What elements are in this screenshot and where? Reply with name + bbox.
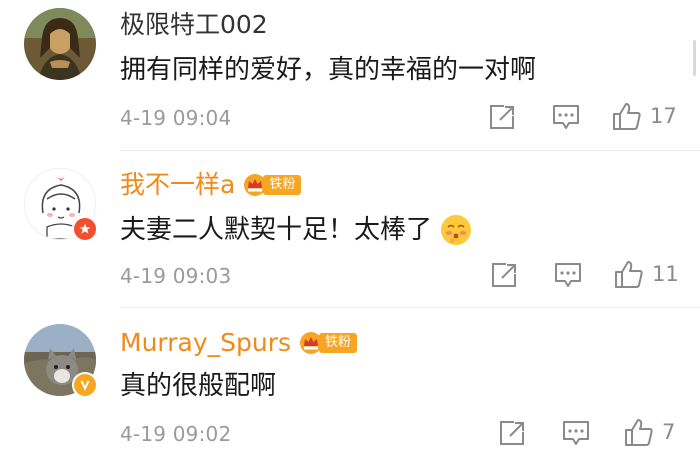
fan-badge[interactable]: 铁粉	[243, 173, 302, 197]
avatar[interactable]	[24, 168, 98, 242]
like-icon	[625, 419, 653, 446]
username-text: 我不一样a	[120, 170, 236, 199]
timestamp: 4-19 09:04	[120, 106, 232, 130]
comment-button[interactable]	[552, 104, 580, 130]
username-text: 极限特工002	[120, 10, 268, 39]
badge-label: 铁粉	[263, 175, 302, 195]
like-button[interactable]: 17	[612, 101, 677, 131]
share-button[interactable]	[490, 262, 518, 288]
divider	[120, 150, 700, 151]
scrollbar[interactable]	[693, 40, 696, 76]
fan-badge[interactable]: 铁粉	[299, 331, 358, 355]
badge-label: 铁粉	[319, 333, 358, 353]
verified-badge-icon	[72, 216, 98, 242]
shy-face-emoji-icon	[441, 215, 472, 245]
comment-button[interactable]	[562, 420, 590, 446]
like-button[interactable]: 7	[624, 417, 675, 447]
mona-lisa-avatar-icon	[24, 8, 96, 80]
comment-text: 拥有同样的爱好，真的幸福的一对啊	[120, 54, 536, 86]
comment-text: 夫妻二人默契十足！太棒了	[120, 214, 472, 246]
share-icon	[492, 263, 516, 287]
share-button[interactable]	[498, 420, 526, 446]
share-icon	[500, 421, 524, 445]
avatar[interactable]	[24, 324, 98, 398]
verified-badge-icon	[72, 372, 98, 398]
timestamp: 4-19 09:03	[120, 264, 232, 288]
comment-icon	[563, 421, 589, 445]
comment-icon	[553, 105, 579, 129]
comment-icon	[555, 263, 581, 287]
username[interactable]: 我不一样a 铁粉	[120, 170, 302, 200]
comment-text-content: 真的很般配啊	[120, 371, 277, 401]
divider	[120, 307, 700, 308]
comment-button[interactable]	[554, 262, 582, 288]
avatar[interactable]	[24, 8, 96, 80]
like-icon	[613, 103, 641, 130]
like-count: 17	[650, 104, 677, 128]
comment-text-content: 夫妻二人默契十足！太棒了	[120, 215, 433, 245]
like-count: 11	[652, 262, 679, 286]
comment-text: 真的很般配啊	[120, 370, 276, 402]
like-count: 7	[662, 420, 676, 444]
username[interactable]: Murray_Spurs 铁粉	[120, 328, 358, 358]
share-button[interactable]	[488, 104, 516, 130]
share-icon	[490, 105, 514, 129]
comment-text-content: 拥有同样的爱好，真的幸福的一对啊	[120, 55, 537, 85]
like-icon	[615, 261, 643, 288]
username[interactable]: 极限特工002	[120, 10, 268, 40]
like-button[interactable]: 11	[614, 259, 679, 289]
username-text: Murray_Spurs	[120, 328, 292, 357]
timestamp: 4-19 09:02	[120, 422, 232, 446]
